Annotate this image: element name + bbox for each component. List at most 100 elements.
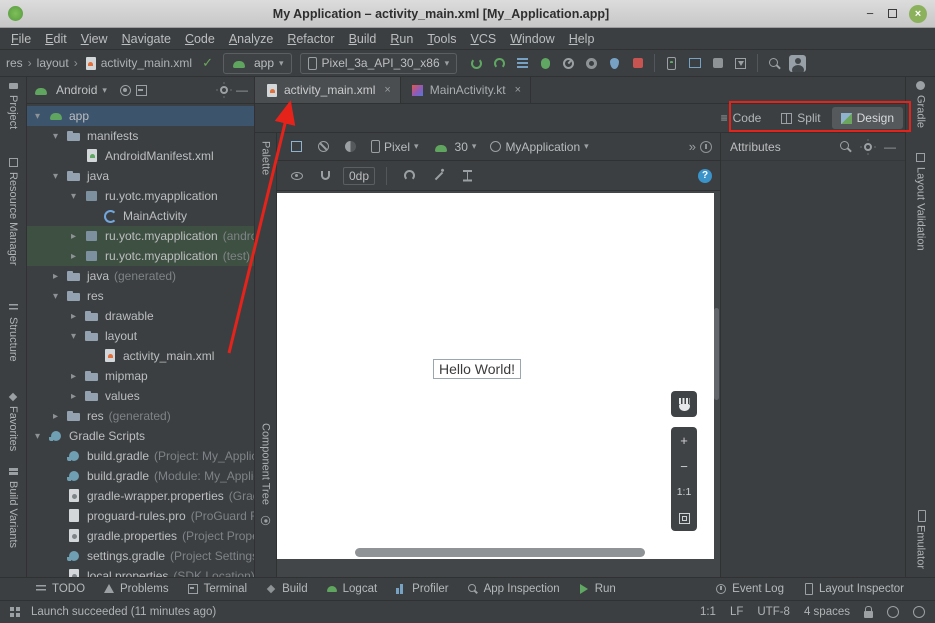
tree-item[interactable]: ▾ Gradle Scripts <box>27 426 254 446</box>
tree-item[interactable]: activity_main.xml <box>27 346 254 366</box>
default-margin-dropdown[interactable]: 0dp <box>343 167 375 185</box>
tree-item[interactable]: ▸ ru.yotc.myapplication (androidTest) <box>27 226 254 246</box>
tree-item[interactable]: settings.gradle (Project Settings) <box>27 546 254 566</box>
tree-item[interactable]: build.gradle (Module: My_Application.app… <box>27 466 254 486</box>
breadcrumb-item[interactable]: › layout <box>23 56 69 70</box>
api-dropdown[interactable]: 30 ▾ <box>428 140 482 154</box>
tool-window-button[interactable]: Problems <box>94 578 178 600</box>
run-button[interactable] <box>465 52 488 74</box>
run-config-select[interactable]: app ▾ <box>223 53 292 74</box>
theme-dropdown[interactable]: MyApplication ▾ <box>485 140 593 154</box>
tree-item[interactable]: ▾ res <box>27 286 254 306</box>
coverage-button[interactable] <box>580 52 603 74</box>
help-icon[interactable]: ? <box>698 169 712 183</box>
status-zoom[interactable]: 1:1 <box>700 606 716 618</box>
close-button[interactable]: × <box>909 5 927 23</box>
mode-design-button[interactable]: Design <box>832 107 903 129</box>
expand-arrow-icon[interactable]: ▾ <box>35 111 48 122</box>
status-line-separator[interactable]: LF <box>730 606 743 618</box>
tool-window-button[interactable]: Logcat <box>317 578 387 600</box>
tool-stripe-button[interactable]: Gradle <box>915 80 927 128</box>
menu-item[interactable]: Edit <box>38 30 74 48</box>
device-select[interactable]: Pixel_3a_API_30_x86 ▾ <box>300 53 458 74</box>
avd-manager-button[interactable] <box>706 52 729 74</box>
overflow-chevrons-icon[interactable]: » <box>689 139 696 154</box>
tree-item[interactable]: ▸ values <box>27 386 254 406</box>
tree-item[interactable]: ▾ manifests <box>27 126 254 146</box>
search-icon[interactable] <box>839 140 852 153</box>
design-surface-button[interactable] <box>285 136 308 158</box>
gear-icon[interactable] <box>220 86 228 94</box>
gear-icon[interactable] <box>864 143 872 151</box>
menu-item[interactable]: File <box>4 30 38 48</box>
menu-item[interactable]: Window <box>503 30 561 48</box>
menu-item[interactable]: Run <box>383 30 420 48</box>
horizontal-scrollbar[interactable] <box>355 548 645 557</box>
tree-item[interactable]: build.gradle (Project: My_Application) <box>27 446 254 466</box>
expand-arrow-icon[interactable]: ▸ <box>53 271 66 282</box>
pack-controls-button[interactable] <box>456 165 479 187</box>
menu-item[interactable]: Code <box>178 30 222 48</box>
expand-arrow-icon[interactable]: ▸ <box>71 371 84 382</box>
palette-tab[interactable]: Palette <box>260 141 272 175</box>
project-view-selector[interactable]: Android <box>56 83 97 97</box>
tool-window-button[interactable]: Profiler <box>386 578 457 600</box>
tool-stripe-button[interactable]: Favorites <box>7 391 19 451</box>
close-icon[interactable]: × <box>515 84 521 96</box>
expand-arrow-icon[interactable]: ▾ <box>53 171 66 182</box>
status-indent[interactable]: 4 spaces <box>804 606 850 618</box>
tree-item[interactable]: AndroidManifest.xml <box>27 146 254 166</box>
expand-arrow-icon[interactable]: ▸ <box>71 391 84 402</box>
autoconnect-button[interactable] <box>314 165 337 187</box>
tool-windows-quick-access-icon[interactable] <box>10 607 21 618</box>
tool-window-button[interactable]: App Inspection <box>458 578 569 600</box>
tool-window-button[interactable]: Run <box>569 578 625 600</box>
maximize-button[interactable] <box>881 4 903 24</box>
zoom-ratio-button[interactable]: 1:1 <box>671 479 697 505</box>
tree-item[interactable]: local.properties (SDK Location) <box>27 566 254 577</box>
tree-item[interactable]: proguard-rules.pro (ProGuard Rules for M… <box>27 506 254 526</box>
tool-window-button[interactable]: Event Log <box>706 583 793 595</box>
expand-arrow-icon[interactable]: ▾ <box>35 431 48 442</box>
device-dropdown[interactable]: Pixel ▾ <box>366 140 424 154</box>
menu-item[interactable]: Help <box>562 30 602 48</box>
expand-arrow-icon[interactable]: ▸ <box>71 231 84 242</box>
tab-mainactivity-kt[interactable]: MainActivity.kt × <box>401 77 531 103</box>
tree-item[interactable]: ▸ ru.yotc.myapplication (test) <box>27 246 254 266</box>
tool-stripe-button[interactable]: Project <box>7 80 19 129</box>
minimize-button[interactable]: − <box>859 4 881 24</box>
tree-item[interactable]: gradle.properties (Project Properties) <box>27 526 254 546</box>
issue-panel-icon[interactable] <box>700 141 712 153</box>
tool-stripe-button[interactable]: Build Variants <box>7 466 19 548</box>
expand-arrow-icon[interactable]: ▸ <box>71 251 84 262</box>
notifications-icon[interactable] <box>887 606 899 618</box>
profile-button[interactable] <box>557 52 580 74</box>
clear-constraints-button[interactable] <box>312 136 335 158</box>
tab-activity-main-xml[interactable]: activity_main.xml × <box>255 77 401 103</box>
menu-item[interactable]: Build <box>342 30 384 48</box>
tree-item[interactable]: ▸ drawable <box>27 306 254 326</box>
tool-stripe-button[interactable]: Resource Manager <box>7 157 19 266</box>
expand-arrow-icon[interactable]: ▾ <box>71 331 84 342</box>
tree-item[interactable]: ▸ mipmap <box>27 366 254 386</box>
zoom-in-button[interactable]: + <box>671 427 697 453</box>
sync-project-button[interactable] <box>683 52 706 74</box>
hide-panel-button[interactable]: — <box>236 83 248 97</box>
tool-window-button[interactable]: Build <box>256 578 317 600</box>
menu-item[interactable]: Tools <box>420 30 463 48</box>
clear-all-constraints-button[interactable] <box>398 165 421 187</box>
mode-code-button[interactable]: ≡ Code <box>712 107 771 129</box>
locate-file-icon[interactable] <box>120 85 131 96</box>
expand-arrow-icon[interactable]: ▸ <box>53 411 66 422</box>
menu-item[interactable]: VCS <box>464 30 504 48</box>
night-mode-button[interactable] <box>339 136 362 158</box>
zoom-fit-button[interactable] <box>671 505 697 531</box>
tree-item[interactable]: MainActivity <box>27 206 254 226</box>
vertical-scrollbar[interactable] <box>714 308 719 400</box>
run-configurations-button[interactable] <box>511 52 534 74</box>
tool-stripe-button[interactable]: Emulator <box>915 510 927 569</box>
expand-arrow-icon[interactable]: ▸ <box>71 311 84 322</box>
profile-avatar-button[interactable] <box>786 52 809 74</box>
chevron-down-icon[interactable]: ▾ <box>102 85 107 96</box>
apply-changes-button[interactable] <box>488 52 511 74</box>
